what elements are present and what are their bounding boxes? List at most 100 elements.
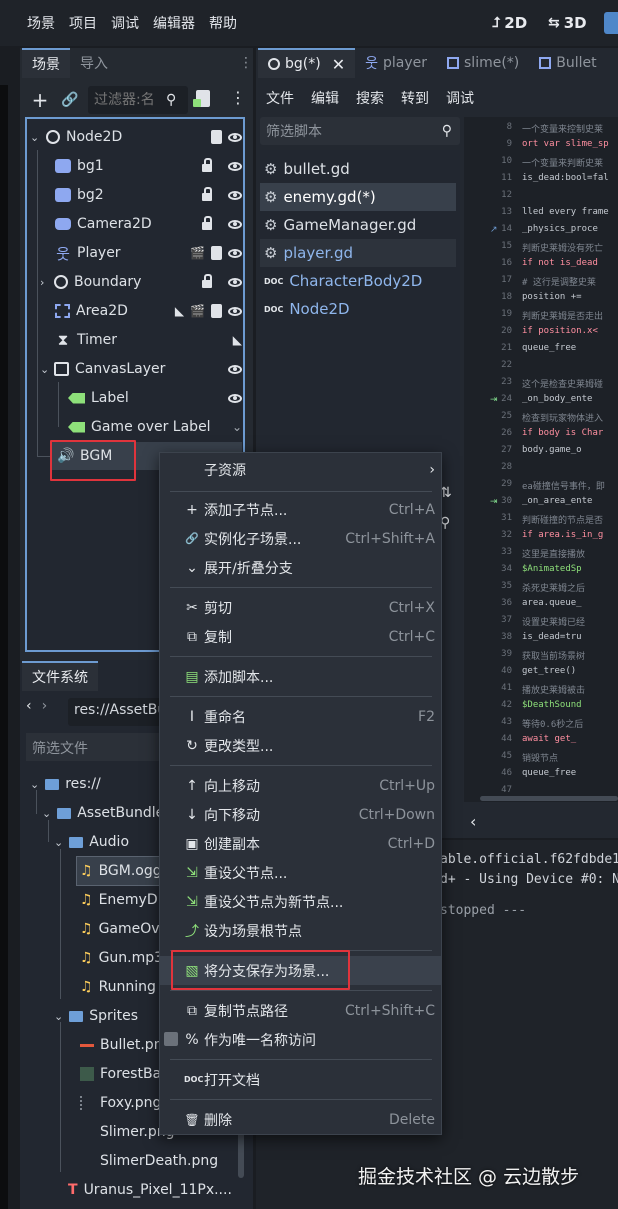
fs-folder-res[interactable]: ⌄ res://	[30, 770, 101, 798]
menu-item-instantiate[interactable]: 🔗 实例化子场景... Ctrl+Shift+A	[160, 524, 441, 553]
back-icon[interactable]: ‹	[26, 698, 32, 714]
menu-item-unique-name[interactable]: % 作为唯一名称访问	[160, 1025, 441, 1054]
visibility-eye-icon[interactable]	[228, 248, 242, 258]
tree-node-boundary[interactable]: › Boundary	[40, 268, 242, 296]
script-item-node2d[interactable]: DOC Node2D	[264, 295, 350, 323]
collapse-arrow-icon[interactable]: ⌄	[40, 363, 52, 376]
signal-icon[interactable]: ◣	[233, 333, 242, 347]
script-menu-edit[interactable]: 编辑	[311, 88, 339, 108]
script-icon[interactable]	[211, 130, 222, 144]
lock-icon[interactable]	[202, 187, 212, 201]
collapse-arrow-icon[interactable]: ⌄	[30, 131, 42, 144]
scene-filter-input[interactable]	[94, 92, 166, 108]
script-menu-file[interactable]: 文件	[266, 88, 294, 108]
fs-folder-sprites[interactable]: ⌄ Sprites	[54, 1002, 138, 1030]
script-menu-debug[interactable]: 调试	[446, 88, 474, 108]
visibility-eye-icon[interactable]	[228, 161, 242, 171]
fs-file-running[interactable]: ♫ Running	[80, 973, 156, 1001]
script-filter-input[interactable]: 筛选脚本	[266, 121, 322, 141]
collapse-arrow-icon[interactable]: ⌄	[54, 836, 63, 849]
fs-file-enemyd[interactable]: ♫ EnemyD	[80, 886, 158, 914]
script-item-gamemanager[interactable]: ⚙ GameManager.gd	[264, 211, 416, 239]
script-menu-goto[interactable]: 转到	[401, 88, 429, 108]
menu-item-move-up[interactable]: ↑ 向上移动 Ctrl+Up	[160, 771, 441, 800]
tree-node-area2d[interactable]: Area2D ◣ 🎬	[55, 297, 242, 325]
menu-item-open-docs[interactable]: DOC 打开文档	[160, 1065, 441, 1094]
menu-item-copy-node-path[interactable]: ⧉ 复制节点路径 Ctrl+Shift+C	[160, 996, 441, 1025]
visibility-eye-icon[interactable]	[228, 190, 242, 200]
menu-editor[interactable]: 编辑器	[146, 13, 202, 33]
fs-folder-assetbundle[interactable]: ⌄ AssetBundle	[42, 799, 164, 827]
fs-file-slimerdeath-png[interactable]: SlimerDeath.png	[80, 1147, 218, 1175]
script-item-enemy[interactable]: ⚙ enemy.gd(*)	[264, 183, 376, 211]
tab-import[interactable]: 导入	[70, 48, 118, 78]
script-icon[interactable]	[211, 246, 222, 260]
fs-file-gun[interactable]: ♫ Gun.mp3	[80, 944, 163, 972]
tree-node-bg1[interactable]: bg1	[55, 152, 242, 180]
tab-filesystem[interactable]: 文件系统	[22, 661, 98, 691]
add-node-icon[interactable]: +	[30, 88, 50, 112]
tree-node-label[interactable]: Label	[68, 384, 242, 412]
script-item-bullet[interactable]: ⚙ bullet.gd	[264, 155, 350, 183]
scene-options-icon[interactable]: ⋮	[230, 88, 246, 107]
collapse-arrow-icon[interactable]: ⌄	[42, 807, 51, 820]
tab-bg[interactable]: bg(*) ✕	[258, 48, 356, 78]
tree-node-node2d[interactable]: ⌄ Node2D	[30, 123, 242, 151]
visibility-eye-icon[interactable]	[228, 219, 242, 229]
visibility-eye-icon[interactable]	[228, 277, 242, 287]
tree-node-bg2[interactable]: bg2	[55, 181, 242, 209]
signal-connection-icon[interactable]: ⇥	[490, 497, 498, 507]
menu-project[interactable]: 项目	[62, 13, 104, 33]
tree-node-camera2d[interactable]: Camera2D	[55, 210, 242, 238]
code-hscrollbar[interactable]	[480, 796, 618, 801]
mode-2d-button[interactable]: ⮥ 2D	[492, 14, 527, 32]
link-icon[interactable]: 🔗	[58, 92, 82, 108]
mode-3d-button[interactable]: ⇆ 3D	[548, 14, 587, 32]
tab-slime[interactable]: slime(*)	[437, 48, 529, 78]
menu-scene[interactable]: 场景	[20, 13, 62, 33]
menu-item-attach-script[interactable]: ▤ 添加脚本...	[160, 662, 441, 691]
visibility-eye-icon[interactable]	[228, 364, 242, 374]
tree-node-timer[interactable]: ⧗ Timer ◣	[55, 326, 242, 354]
signal-connection-icon[interactable]: ⇥	[490, 395, 498, 405]
clapper-icon[interactable]: 🎬	[190, 246, 205, 260]
menu-item-copy[interactable]: ⧉ 复制 Ctrl+C	[160, 622, 441, 651]
menu-item-delete[interactable]: 🗑 删除 Delete	[160, 1105, 441, 1134]
visibility-eye-icon[interactable]	[228, 393, 242, 403]
lock-icon[interactable]	[202, 216, 212, 230]
collapse-arrow-icon[interactable]: ⌄	[30, 778, 39, 791]
clapper-icon[interactable]: 🎬	[190, 304, 205, 318]
menu-item-make-root[interactable]: ⤴ 设为场景根节点	[160, 916, 441, 945]
menu-debug[interactable]: 调试	[104, 13, 146, 33]
expand-arrow-icon[interactable]: ›	[40, 276, 52, 289]
script-menu-search[interactable]: 搜索	[356, 88, 384, 108]
menu-item-duplicate[interactable]: ▣ 创建副本 Ctrl+D	[160, 829, 441, 858]
menu-item-cut[interactable]: ✂ 剪切 Ctrl+X	[160, 593, 441, 622]
menu-help[interactable]: 帮助	[202, 13, 244, 33]
menu-item-reparent-new[interactable]: ⇲ 重设父节点为新节点...	[160, 887, 441, 916]
forward-icon[interactable]: ›	[42, 698, 48, 714]
menu-item-sub-resources[interactable]: 子资源 ›	[160, 455, 441, 484]
tree-node-game-over-label[interactable]: Game over Label ⌄	[68, 413, 242, 441]
tree-node-player[interactable]: 웃 Player 🎬	[55, 239, 242, 267]
collapse-panel-icon[interactable]: ‹	[470, 812, 476, 831]
collapse-arrow-icon[interactable]: ⌄	[54, 1010, 63, 1023]
scene-filter-field[interactable]: ⚲	[88, 86, 188, 114]
tab-player[interactable]: 웃 player	[355, 48, 437, 78]
menu-item-reparent[interactable]: ⇲ 重设父节点...	[160, 858, 441, 887]
script-item-characterbody2d[interactable]: DOC CharacterBody2D	[264, 267, 422, 295]
chevron-down-icon[interactable]: ⌄	[232, 420, 242, 434]
file-filter-input[interactable]: 筛选文件	[26, 733, 166, 761]
tree-node-canvaslayer[interactable]: ⌄ CanvasLayer	[40, 355, 242, 383]
checkbox[interactable]	[164, 1032, 178, 1046]
menu-item-expand-collapse[interactable]: ⌄ 展开/折叠分支	[160, 553, 441, 582]
menu-item-add-child[interactable]: + 添加子节点... Ctrl+A	[160, 495, 441, 524]
close-icon[interactable]: ✕	[332, 55, 345, 74]
script-icon[interactable]	[211, 304, 222, 318]
menu-item-rename[interactable]: I 重命名 F2	[160, 702, 441, 731]
lock-icon[interactable]	[202, 158, 212, 172]
dock-options-icon[interactable]: ⋮	[239, 55, 253, 71]
fs-file-gameov[interactable]: ♫ GameOv	[80, 915, 160, 943]
fs-file-bullet-png[interactable]: Bullet.pn	[80, 1031, 163, 1059]
visibility-eye-icon[interactable]	[228, 306, 242, 316]
